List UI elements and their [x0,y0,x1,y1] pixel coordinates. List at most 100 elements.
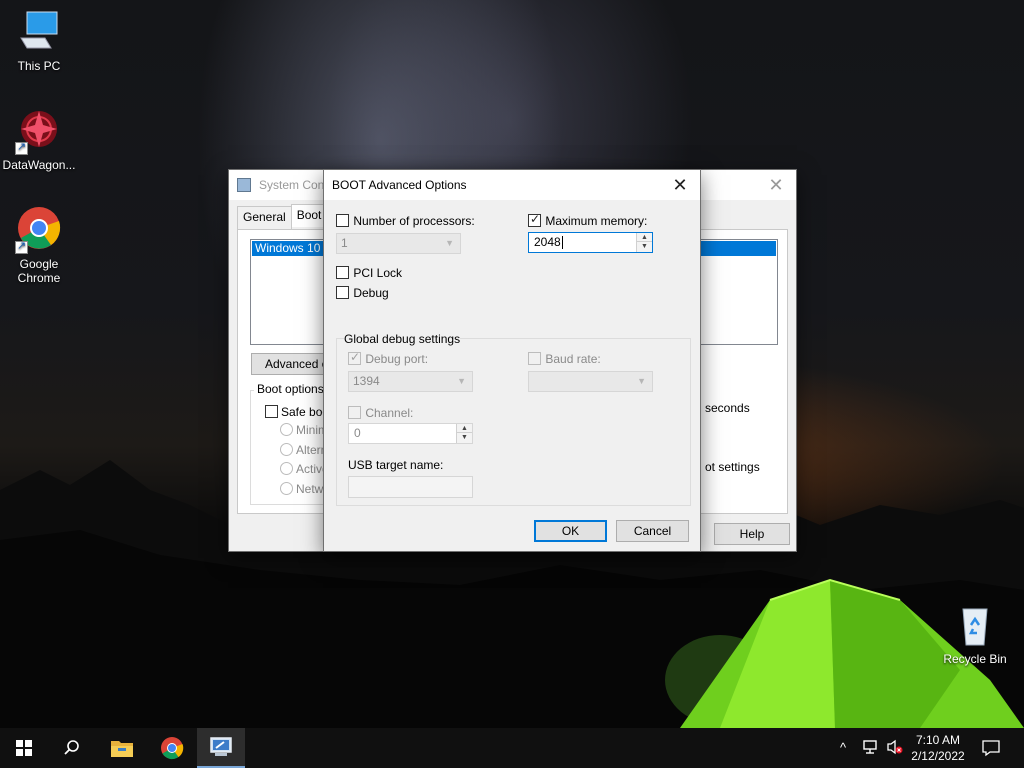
debug-port-label: Debug port: [365,351,429,366]
clock[interactable]: 7:10 AM 2/12/2022 [906,732,970,764]
timeout-seconds-label: seconds [705,401,750,415]
number-of-processors-checkbox[interactable] [336,214,349,228]
shortcut-arrow-icon [15,239,28,254]
chrome-icon [161,737,184,760]
notification-icon [982,740,1000,757]
channel-spinner[interactable]: 0 ▲ ▼ [348,423,473,444]
tab-general[interactable]: General [237,206,292,229]
maximum-memory-row[interactable]: Maximum memory: [528,212,648,228]
chevron-down-icon: ▼ [637,376,646,386]
global-debug-settings-label: Global debug settings [344,332,461,346]
safe-boot-checkbox[interactable] [265,405,278,419]
spin-buttons[interactable]: ▲ ▼ [456,424,472,443]
desktop-icon-label: DataWagon... [2,158,76,172]
ok-button[interactable]: OK [534,520,607,542]
chevron-down-icon: ▼ [457,376,466,386]
channel-label: Channel: [365,405,414,420]
datawagon-logo-icon [15,107,63,155]
usb-target-name-input[interactable] [348,476,473,498]
desktop-icon-this-pc[interactable]: This PC [0,8,78,73]
search-button[interactable] [48,728,96,768]
spin-up-icon[interactable]: ▲ [457,424,472,433]
desktop-icon-datawagon[interactable]: DataWagon... [0,107,78,172]
desktop-icon-google-chrome[interactable]: Google Chrome [0,206,78,285]
start-button[interactable] [0,728,48,768]
windows-logo-icon [16,740,32,756]
number-of-processors-value: 1 [341,236,348,250]
debug-row[interactable]: Debug [336,285,389,300]
taskbar: ^ 7:10 AM 2/12/2022 [0,728,1024,768]
network-icon [863,740,877,754]
taskbar-system-configuration[interactable] [197,728,245,768]
pci-lock-label: PCI Lock [353,265,403,280]
dialog-titlebar[interactable]: BOOT Advanced Options ✕ [324,170,700,200]
desktop-icon-label: Google Chrome [17,257,61,285]
chevron-down-icon: ▼ [445,238,454,248]
channel-row[interactable]: Channel: [348,405,413,420]
recycle-bin-icon [951,601,999,649]
boot-options-label: Boot options [254,382,327,396]
computer-icon [15,8,63,56]
safe-boot-label: Safe boo [281,404,330,419]
number-of-processors-row[interactable]: Number of processors: [336,213,475,228]
pci-lock-row[interactable]: PCI Lock [336,265,402,280]
number-of-processors-label: Number of processors: [353,213,475,228]
radio-button[interactable] [280,482,293,496]
taskbar-chrome[interactable] [148,728,196,768]
maximum-memory-checkbox[interactable] [528,212,541,228]
debug-port-value: 1394 [353,374,380,388]
help-button[interactable]: Help [714,523,790,545]
volume-button[interactable] [886,739,904,758]
maximum-memory-spinner[interactable]: 2048 ▲ ▼ [528,232,653,253]
spin-down-icon[interactable]: ▼ [457,433,472,442]
network-status-button[interactable] [862,739,880,758]
desktop-icon-label: Recycle Bin [943,652,1007,666]
number-of-processors-dropdown[interactable]: 1 ▼ [336,233,461,254]
clock-date: 2/12/2022 [911,749,965,763]
channel-value: 0 [354,426,361,440]
taskbar-file-explorer[interactable] [98,728,146,768]
usb-target-name-label: USB target name: [348,458,444,472]
desktop-icon-label: This PC [17,59,61,73]
clock-time: 7:10 AM [915,733,961,747]
debug-port-dropdown[interactable]: 1394 ▼ [348,371,473,392]
cancel-button[interactable]: Cancel [616,520,689,542]
dialog-title: BOOT Advanced Options [332,178,467,192]
pci-lock-checkbox[interactable] [336,266,349,280]
text-caret [561,236,563,250]
close-icon[interactable]: ✕ [756,170,796,200]
radio-button[interactable] [280,462,293,476]
msconfig-icon [210,737,232,756]
radio-button[interactable] [280,443,293,457]
debug-port-checkbox[interactable] [348,350,361,366]
baud-rate-checkbox[interactable] [528,352,541,366]
search-icon [64,740,79,755]
boot-advanced-options-dialog[interactable]: BOOT Advanced Options ✕ Number of proces… [323,169,701,552]
shortcut-arrow-icon [15,140,28,155]
window-title: System Conf [259,178,328,192]
file-explorer-icon [111,741,133,757]
channel-checkbox[interactable] [348,406,361,420]
maximum-memory-label: Maximum memory: [545,213,648,228]
debug-port-row[interactable]: Debug port: [348,350,429,366]
spin-down-icon[interactable]: ▼ [637,242,652,251]
baud-rate-dropdown[interactable]: ▼ [528,371,653,392]
chrome-icon [15,206,63,254]
maximum-memory-value[interactable]: 2048 [534,235,561,249]
baud-rate-label: Baud rate: [545,351,601,366]
chevron-up-icon: ^ [840,740,847,755]
msconfig-icon [237,178,251,192]
desktop-icon-recycle-bin[interactable]: Recycle Bin [936,601,1014,666]
close-icon[interactable]: ✕ [660,170,700,200]
spin-up-icon[interactable]: ▲ [637,233,652,242]
spin-buttons[interactable]: ▲ ▼ [636,233,652,252]
speaker-muted-icon [887,739,903,755]
make-boot-settings-permanent-label: ot settings [705,460,760,474]
baud-rate-row[interactable]: Baud rate: [528,351,601,366]
debug-checkbox[interactable] [336,286,349,300]
debug-label: Debug [353,285,389,300]
show-hidden-icons-button[interactable]: ^ [840,740,846,755]
tab-boot[interactable]: Boot [290,204,328,227]
radio-button[interactable] [280,423,293,437]
action-center-button[interactable] [982,739,1000,760]
